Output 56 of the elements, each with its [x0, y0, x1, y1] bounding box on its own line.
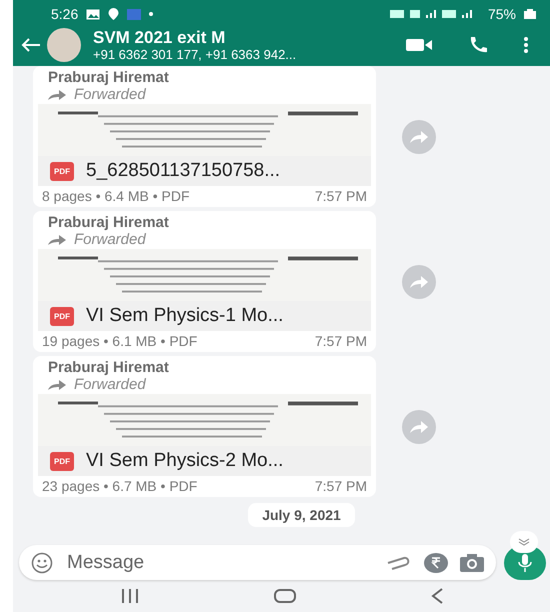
location-pin-icon	[108, 8, 120, 20]
sender-name: Praburaj Hiremat	[47, 359, 170, 376]
message-time: 7:57 PM	[314, 478, 367, 494]
date-chip: July 9, 2021	[248, 503, 355, 527]
message-field[interactable]: Message	[65, 550, 374, 574]
message-time: 7:57 PM	[314, 333, 367, 349]
rupee-payment-icon[interactable]	[424, 552, 448, 572]
forwarded-label: Forwarded	[74, 86, 146, 104]
file-details: 19 pages • 6.1 MB • PDF	[42, 333, 198, 349]
paperclip-icon[interactable]	[386, 556, 412, 570]
file-name: VI Sem Physics-2 Mo...	[86, 450, 284, 472]
document-thumbnail[interactable]	[38, 249, 371, 301]
document-thumbnail[interactable]	[38, 394, 371, 446]
home-icon[interactable]	[274, 589, 296, 603]
camera-icon[interactable]	[460, 554, 484, 572]
emoji-icon[interactable]	[31, 552, 53, 574]
sender-name: Praburaj Hiremat	[47, 214, 170, 231]
back-arrow-icon[interactable]	[21, 38, 41, 52]
pdf-file-icon: PDF	[50, 162, 74, 180]
back-icon[interactable]	[430, 588, 442, 604]
battery-percent: 75%	[488, 6, 516, 22]
message-input-bar[interactable]: Message	[19, 545, 496, 580]
microphone-icon	[518, 554, 532, 572]
message-time: 7:57 PM	[314, 188, 367, 204]
video-call-icon[interactable]	[406, 38, 432, 52]
pdf-file-icon: PDF	[50, 452, 74, 470]
phone-call-icon[interactable]	[468, 36, 488, 54]
more-options-icon[interactable]	[524, 37, 528, 53]
file-name: 5_628501137150758...	[86, 160, 280, 182]
message-bubble[interactable]: Praburaj Hiremat Forwarded PDF VI Sem Physics-2 Mo... 23 pages • 6.7 MB • PDF 7:57 PM	[33, 356, 376, 497]
message-bubble[interactable]: Praburaj Hiremat Forwarded PDF VI Sem Physics-1 Mo... 19 pages • 6.1 MB • PDF 7:57 PM	[33, 211, 376, 352]
battery-icon	[524, 9, 536, 19]
forwarded-arrow-icon	[48, 235, 66, 245]
message-bubble[interactable]: Praburaj Hiremat Forwarded PDF 5_628501137150758... 8 pages • 6.4 MB • PDF 7:57 PM	[33, 66, 376, 207]
scroll-down-button[interactable]	[510, 531, 538, 553]
file-details: 8 pages • 6.4 MB • PDF	[42, 188, 190, 204]
share-arrow-icon	[410, 276, 428, 288]
forwarded-label: Forwarded	[74, 376, 146, 394]
dot-icon	[149, 12, 154, 16]
chat-participants: +91 6362 301 177, +91 6363 942...	[93, 46, 298, 62]
forwarded-arrow-icon	[48, 90, 66, 100]
chat-title: SVM 2021 exit M	[93, 28, 226, 46]
pdf-file-icon: PDF	[50, 306, 74, 326]
file-name: VI Sem Physics-1 Mo...	[86, 305, 284, 327]
status-time: 5:26	[51, 6, 78, 22]
share-arrow-icon	[410, 130, 428, 142]
chevron-down-icon	[518, 538, 530, 546]
gallery-icon	[86, 8, 100, 20]
recent-apps-icon[interactable]	[120, 589, 138, 603]
sender-name: Praburaj Hiremat	[47, 69, 170, 86]
group-avatar[interactable]	[47, 28, 81, 62]
forwarded-arrow-icon	[48, 380, 66, 390]
document-thumbnail[interactable]	[38, 104, 371, 156]
forwarded-label: Forwarded	[74, 231, 146, 249]
share-arrow-icon	[410, 420, 428, 432]
file-details: 23 pages • 6.7 MB • PDF	[42, 478, 198, 494]
